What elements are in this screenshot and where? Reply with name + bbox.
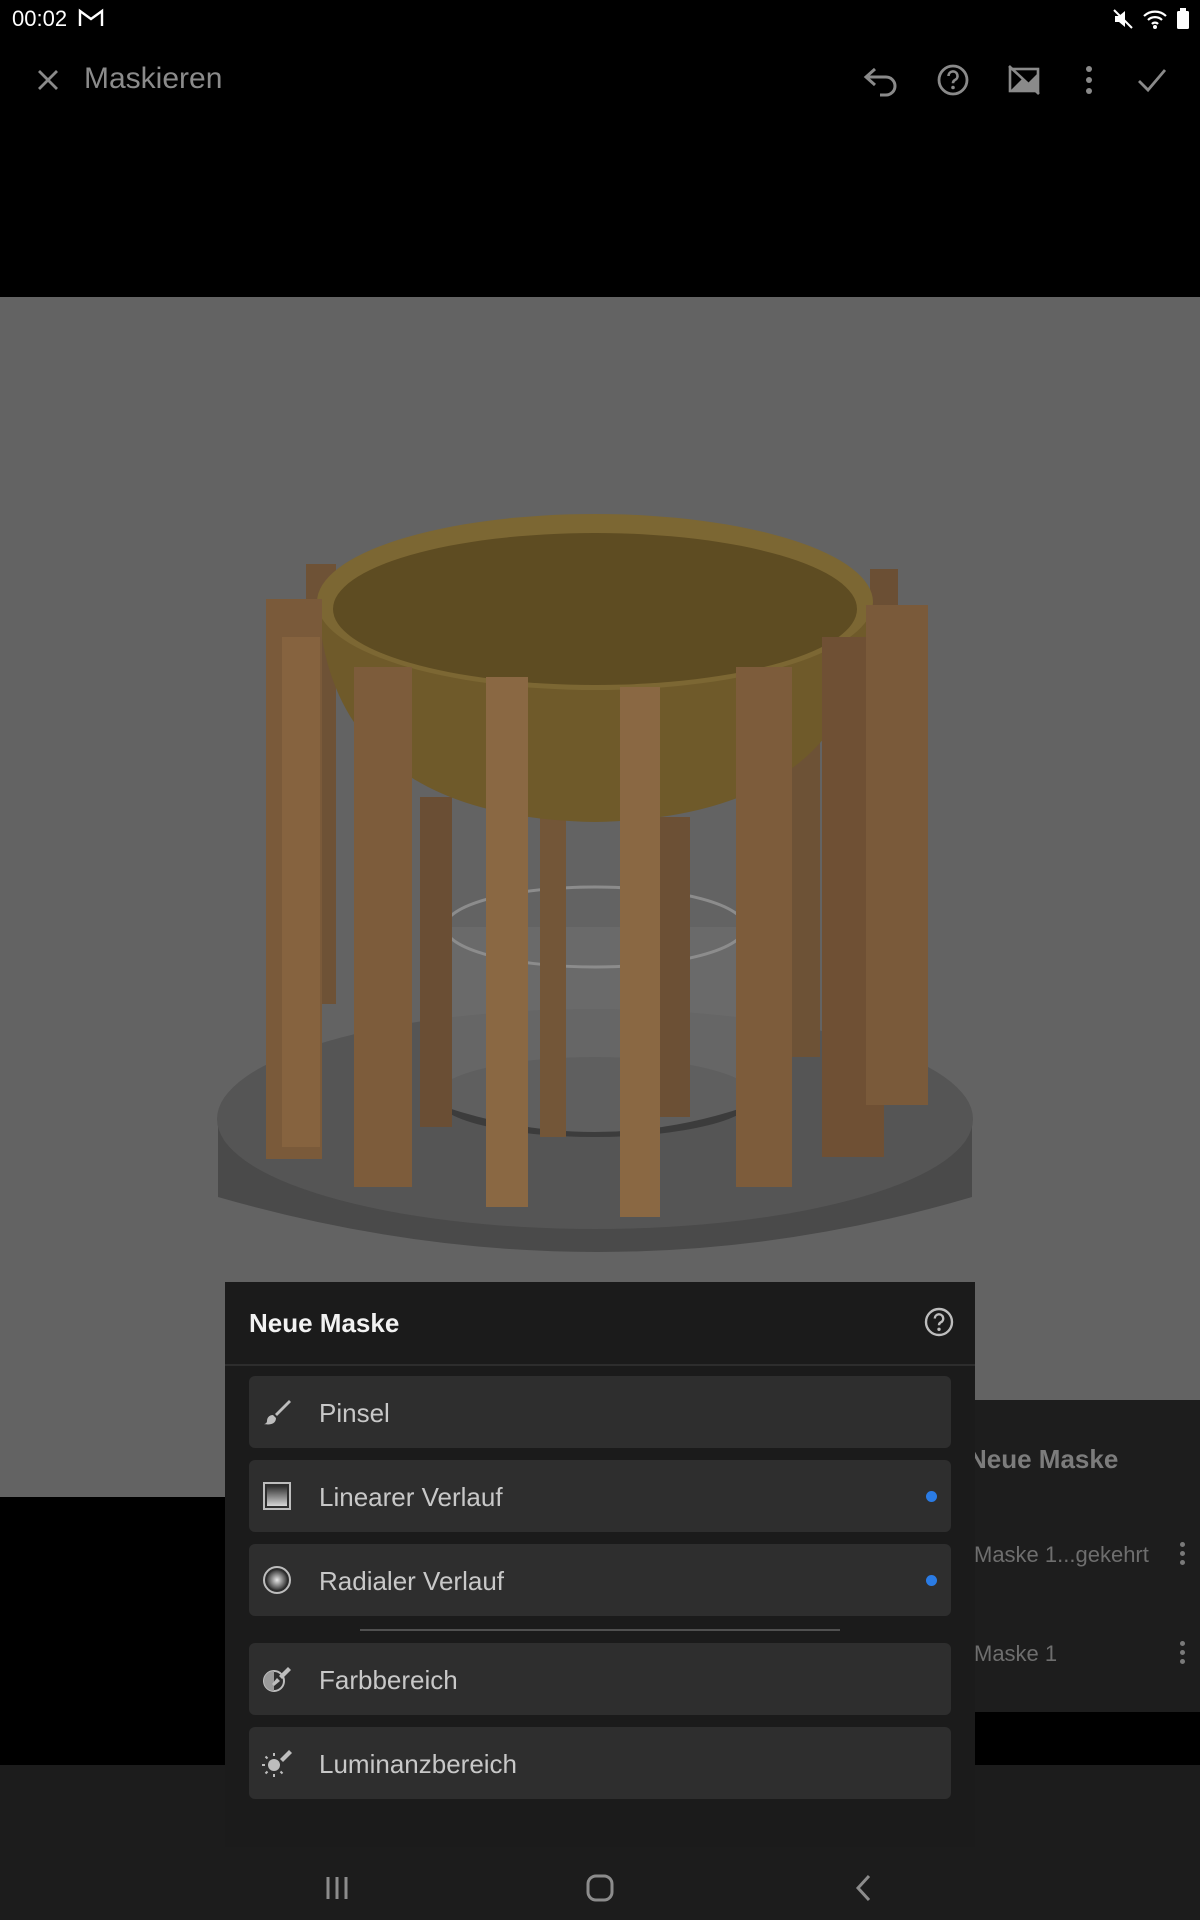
option-radial-gradient[interactable]: Radialer Verlauf bbox=[249, 1544, 951, 1616]
more-vert-icon[interactable] bbox=[1180, 1641, 1186, 1664]
new-feature-dot bbox=[926, 1491, 937, 1502]
option-label: Farbbereich bbox=[319, 1665, 458, 1695]
color-range-icon bbox=[261, 1663, 293, 1695]
top-app-bar: Maskieren bbox=[0, 40, 1200, 118]
linear-gradient-icon bbox=[261, 1480, 293, 1512]
mask-item-1[interactable]: Maske 1 bbox=[974, 1641, 1057, 1667]
brush-icon bbox=[261, 1396, 293, 1428]
battery-icon bbox=[1176, 8, 1190, 35]
help-icon[interactable] bbox=[923, 1306, 955, 1338]
option-label: Linearer Verlauf bbox=[319, 1482, 503, 1512]
luminance-range-icon bbox=[261, 1747, 293, 1779]
option-color-range[interactable]: Farbbereich bbox=[249, 1643, 951, 1715]
gmail-icon bbox=[78, 8, 104, 33]
option-luminance-range[interactable]: Luminanzbereich bbox=[249, 1727, 951, 1799]
undo-icon[interactable] bbox=[861, 60, 901, 100]
mute-icon bbox=[1112, 8, 1134, 35]
wifi-icon bbox=[1142, 8, 1168, 35]
new-mask-sheet: Neue Maske Pinsel Linearer Verlauf Radia… bbox=[225, 1282, 975, 1847]
help-icon[interactable] bbox=[933, 60, 973, 100]
option-label: Radialer Verlauf bbox=[319, 1566, 504, 1596]
close-icon[interactable] bbox=[30, 62, 66, 98]
back-icon[interactable] bbox=[844, 1868, 884, 1908]
home-icon[interactable] bbox=[580, 1868, 620, 1908]
option-label: Pinsel bbox=[319, 1398, 390, 1428]
page-title: Maskieren bbox=[84, 62, 223, 95]
option-linear-gradient[interactable]: Linearer Verlauf bbox=[249, 1460, 951, 1532]
status-time: 00:02 bbox=[12, 6, 68, 31]
section-divider bbox=[360, 1629, 840, 1631]
radial-gradient-icon bbox=[261, 1564, 293, 1596]
sheet-title: Neue Maske bbox=[249, 1308, 400, 1338]
masks-panel-title: Neue Maske bbox=[968, 1444, 1119, 1474]
more-vert-icon[interactable] bbox=[1180, 1542, 1186, 1565]
option-label: Luminanzbereich bbox=[319, 1749, 518, 1779]
new-feature-dot bbox=[926, 1575, 937, 1586]
option-brush[interactable]: Pinsel bbox=[249, 1376, 951, 1448]
mask-overlay-toggle-icon[interactable] bbox=[1004, 60, 1044, 100]
system-navigation-bar bbox=[0, 1850, 1200, 1920]
masks-panel: Neue Maske Maske 1...gekehrt Maske 1 bbox=[960, 1400, 1200, 1712]
more-vert-icon[interactable] bbox=[1069, 60, 1109, 100]
sheet-header: Neue Maske bbox=[225, 1282, 975, 1366]
mask-item-inverted[interactable]: Maske 1...gekehrt bbox=[974, 1542, 1149, 1568]
check-icon[interactable] bbox=[1132, 60, 1172, 100]
status-bar: 00:02 bbox=[0, 0, 1200, 40]
recent-apps-icon[interactable] bbox=[317, 1868, 357, 1908]
